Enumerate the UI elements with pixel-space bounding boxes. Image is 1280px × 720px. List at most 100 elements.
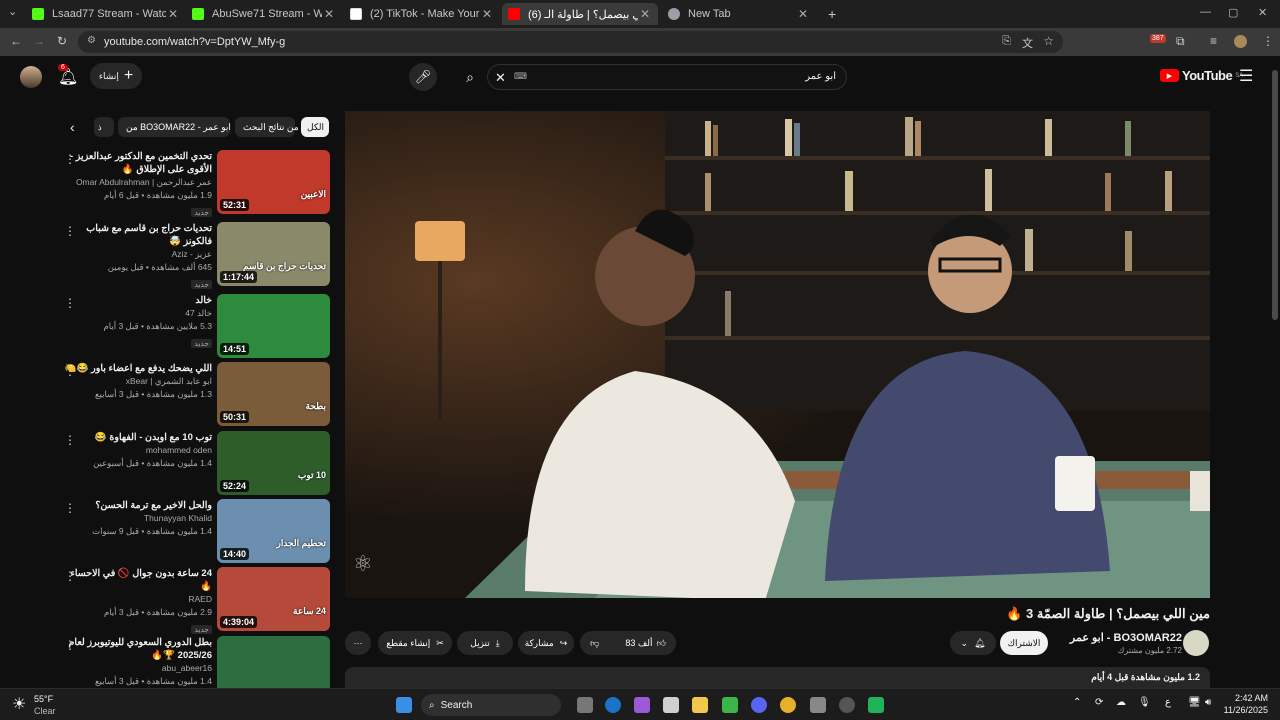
recommendation-title[interactable]: والحل الاخير مع ترمة الحسن؟ xyxy=(62,499,212,512)
windows-start-icon[interactable] xyxy=(396,697,412,713)
tab-new-tab[interactable]: New Tab ✕ xyxy=(662,3,816,25)
extensions-icon[interactable]: ⧉ xyxy=(1176,34,1185,49)
discord-icon[interactable] xyxy=(751,697,767,713)
install-icon[interactable]: ⎘ xyxy=(1002,35,1011,48)
video-thumbnail[interactable]: تحديات حراج بن قاسم 1:17:44 xyxy=(217,222,330,286)
search-input[interactable]: ✕ ⌨ ابو عمر xyxy=(487,64,847,90)
account-avatar[interactable] xyxy=(20,66,42,88)
recommendation-title[interactable]: بطل الدوري السعودي لليوتيوبرز لعام 2025/… xyxy=(62,636,212,662)
back-icon[interactable]: ← xyxy=(10,34,22,48)
video-thumbnail[interactable]: بطحة 50:31 xyxy=(217,362,330,426)
video-thumbnail[interactable]: 24 ساعة 4:39:04 xyxy=(217,567,330,631)
recommendation-item[interactable]: بطحة 50:31 اللي يضحك يدفع مع اعضاء باور 😂🍋… xyxy=(58,362,330,426)
create-button[interactable]: إنشاء + xyxy=(90,63,142,89)
app-icon[interactable] xyxy=(810,697,826,713)
channel-name[interactable]: BO3OMAR22 - ابو عمر xyxy=(1070,631,1182,644)
chip-search-results[interactable]: من نتائج البحث xyxy=(235,117,299,137)
chip-from-channel[interactable]: من BO3OMAR22 - ابو عمر xyxy=(118,117,231,137)
weather-icon[interactable]: ☀ xyxy=(12,694,26,714)
edge-icon[interactable] xyxy=(605,697,621,713)
more-vertical-icon[interactable]: ⋮ xyxy=(64,433,76,447)
recommendation-channel[interactable]: abu_abeer16 xyxy=(62,662,212,675)
cloud-icon[interactable]: ☁ xyxy=(1116,697,1126,708)
download-button[interactable]: تنزيل ⤓ xyxy=(457,631,513,655)
recommendation-channel[interactable]: mohammed oden xyxy=(62,444,212,457)
more-vertical-icon[interactable]: ⋮ xyxy=(64,569,76,583)
recommendation-title[interactable]: 24 ساعة بدون جوال 🚫 في الاحساء 🔥 xyxy=(62,567,212,593)
tray-overflow-icon[interactable]: ⌃ xyxy=(1073,697,1081,708)
share-button[interactable]: مشاركة ↪ xyxy=(518,631,574,655)
search-button[interactable]: ⌕ xyxy=(455,64,485,90)
address-bar[interactable]: ⚙ youtube.com/watch?v=DptYW_Mfy-g ⎘ 文 ☆ xyxy=(78,31,1063,53)
more-vertical-icon[interactable]: ⋮ xyxy=(64,501,76,515)
obs-icon[interactable] xyxy=(839,697,855,713)
recommendation-title[interactable]: اللي يضحك يدفع مع اعضاء باور 😂🍋 xyxy=(62,362,212,375)
recommendation-item[interactable]: تحطيم الجدار 14:40 والحل الاخير مع ترمة ال… xyxy=(58,499,330,563)
chip-more[interactable]: ذ xyxy=(94,117,114,137)
tray-app-icon[interactable]: ⟳ xyxy=(1095,697,1103,708)
close-icon[interactable]: ✕ xyxy=(322,7,336,21)
tab-youtube-active[interactable]: (6) مين اللي بيصمل؟ | طاولة الـ ✕ xyxy=(502,3,658,25)
recommendation-item[interactable]: 14:51 خالد خالد 47 5.3 ملايين مشاهدة • قبل … xyxy=(58,294,330,358)
site-info-icon[interactable]: ⚙ xyxy=(87,35,96,46)
xbox-icon[interactable] xyxy=(722,697,738,713)
voice-search-button[interactable]: 🎤︎ xyxy=(409,63,437,91)
clip-button[interactable]: إنشاء مقطع ✂ xyxy=(378,631,452,655)
chip-all[interactable]: الكل xyxy=(301,117,329,137)
keyboard-icon[interactable]: ⌨ xyxy=(514,71,527,82)
file-explorer-icon[interactable] xyxy=(692,697,708,713)
whatsapp-icon[interactable] xyxy=(868,697,884,713)
subscribe-button[interactable]: الاشتراك xyxy=(1000,631,1048,655)
forward-icon[interactable]: → xyxy=(33,34,45,48)
new-tab-plus-icon[interactable]: + xyxy=(822,3,842,25)
language-indicator[interactable]: ع xyxy=(1165,697,1171,708)
clock-date[interactable]: 11/26/2025 xyxy=(1220,705,1268,715)
copilot-icon[interactable] xyxy=(634,697,650,713)
network-icon[interactable]: 🖥︎ xyxy=(1188,697,1201,708)
volume-icon[interactable]: 🔊︎ xyxy=(1205,697,1211,708)
recommendation-title[interactable]: تحدي التخمين مع الدكتور عبدالعزيز - الأق… xyxy=(62,150,212,176)
tab-kick-1[interactable]: Lsaad77 Stream - Watch Live o ✕ xyxy=(26,3,186,25)
recommendation-channel[interactable]: عزيز - Aziz xyxy=(62,248,212,261)
recommendation-channel[interactable]: ابو عابد الشمري | xBear xyxy=(62,375,212,388)
clear-search-icon[interactable]: ✕ xyxy=(495,70,506,86)
minimize-icon[interactable]: — xyxy=(1200,6,1211,18)
task-view-icon[interactable] xyxy=(577,697,593,713)
recommendation-title[interactable]: توب 10 مع اوبدن - الفهاوة 😂 xyxy=(62,431,212,444)
profile-avatar[interactable] xyxy=(1234,35,1247,48)
channel-avatar[interactable] xyxy=(1183,630,1209,656)
dislike-icon[interactable]: 👎︎ xyxy=(590,638,599,649)
more-vertical-icon[interactable]: ⋮ xyxy=(64,152,76,166)
recommendation-channel[interactable]: RAED xyxy=(62,593,212,606)
video-thumbnail[interactable]: 14:51 xyxy=(217,294,330,358)
more-actions-button[interactable]: ··· xyxy=(345,631,371,655)
chrome-menu-icon[interactable]: ⋮ xyxy=(1262,34,1274,48)
youtube-logo[interactable]: ▶ YouTube SA xyxy=(1160,68,1243,83)
recommendation-channel[interactable]: عمر عبدالرحمن | Omar Abdulrahman xyxy=(62,176,212,189)
chrome-taskbar-icon[interactable] xyxy=(780,697,796,713)
reload-icon[interactable]: ↻ xyxy=(57,34,67,48)
more-vertical-icon[interactable]: ⋮ xyxy=(64,638,76,652)
recommendation-channel[interactable]: Thunayyan Khalid xyxy=(62,512,212,525)
recommendation-item[interactable]: الاعبين 52:31 تحدي التخمين مع الدكتور عبدا… xyxy=(58,150,330,217)
window-close-icon[interactable]: ✕ xyxy=(1258,6,1267,19)
chips-left-arrow-icon[interactable]: ‹ xyxy=(70,119,75,135)
media-icon[interactable]: ≡ xyxy=(1210,34,1217,48)
tab-tiktok[interactable]: (2) TikTok - Make Your Day ✕ xyxy=(344,3,500,25)
more-vertical-icon[interactable]: ⋮ xyxy=(64,296,76,310)
close-icon[interactable]: ✕ xyxy=(480,7,494,21)
tab-search-icon[interactable]: ⌄ xyxy=(8,5,17,18)
video-thumbnail[interactable]: 10 توب 52:24 xyxy=(217,431,330,495)
mic-tray-icon[interactable]: 🎙︎ xyxy=(1138,697,1151,708)
close-icon[interactable]: ✕ xyxy=(166,7,180,21)
description-box[interactable]: 1.2 مليون مشاهدة قبل 4 أيام xyxy=(345,667,1210,688)
taskbar-search[interactable]: ⌕ Search xyxy=(421,694,561,716)
extension-badge[interactable]: 387 xyxy=(1150,34,1166,43)
video-thumbnail[interactable]: الاعبين 52:31 xyxy=(217,150,330,214)
hamburger-menu-icon[interactable]: ☰ xyxy=(1239,66,1253,86)
page-scrollbar[interactable] xyxy=(1272,70,1278,320)
video-thumbnail[interactable]: تحطيم الجدار 14:40 xyxy=(217,499,330,563)
recommendation-item[interactable]: تحديات حراج بن قاسم 1:17:44 تحديات حراج بن… xyxy=(58,222,330,289)
clock-time[interactable]: 2:42 AM xyxy=(1224,693,1268,703)
maximize-icon[interactable]: ▢ xyxy=(1228,6,1238,19)
